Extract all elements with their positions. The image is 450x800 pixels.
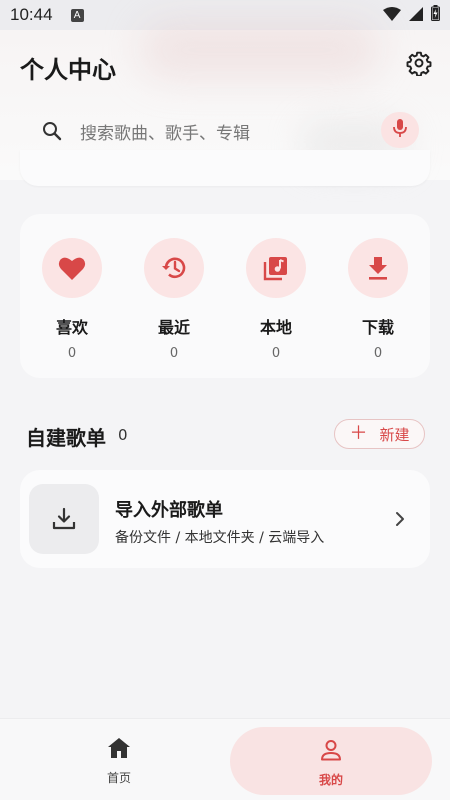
gear-icon — [406, 50, 432, 80]
header-card-edge — [20, 150, 430, 186]
quick-item-local[interactable]: 本地 0 — [246, 214, 306, 378]
chevron-right-icon — [390, 508, 410, 530]
nav-home-label: 首页 — [106, 771, 131, 785]
wifi-icon — [383, 6, 401, 25]
quick-item-download[interactable]: 下载 0 — [348, 214, 408, 378]
quick-item-liked[interactable]: 喜欢 0 — [42, 214, 102, 378]
quick-count: 0 — [373, 346, 383, 361]
import-playlist-card[interactable]: 导入外部歌单 备份文件 / 本地文件夹 / 云端导入 — [20, 470, 430, 568]
bottom-nav: 首页 我的 — [0, 718, 450, 800]
heart-icon — [42, 238, 102, 298]
playlist-count: 0 — [118, 426, 128, 444]
status-time: 10:44 — [10, 5, 53, 24]
search-bar[interactable]: 搜索歌曲、歌手、专辑 — [40, 110, 425, 152]
voice-search-button[interactable] — [381, 112, 419, 148]
search-placeholder: 搜索歌曲、歌手、专辑 — [80, 123, 250, 144]
page-title: 个人中心 — [20, 56, 116, 84]
import-title: 导入外部歌单 — [115, 500, 223, 521]
notification-badge: A — [70, 8, 84, 22]
signal-icon — [409, 6, 423, 25]
new-playlist-button[interactable]: ＋ 新建 — [334, 419, 425, 449]
import-subtitle: 备份文件 / 本地文件夹 / 云端导入 — [115, 530, 325, 546]
quick-count: 0 — [169, 346, 179, 361]
download-icon — [348, 238, 408, 298]
home-icon — [107, 737, 131, 763]
search-icon — [40, 119, 64, 143]
battery-icon — [431, 5, 440, 25]
quick-label: 喜欢 — [55, 318, 88, 337]
new-playlist-label: 新建 — [379, 425, 410, 444]
settings-button[interactable] — [404, 50, 434, 80]
nav-mine-label: 我的 — [318, 773, 343, 787]
quick-access-card: 喜欢 0 最近 0 本地 0 下载 0 — [20, 214, 430, 378]
quick-label: 下载 — [361, 318, 394, 337]
quick-count: 0 — [271, 346, 281, 361]
nav-tab-mine[interactable]: 我的 — [230, 727, 432, 795]
quick-label: 最近 — [157, 318, 190, 337]
nav-tab-home[interactable]: 首页 — [70, 737, 168, 787]
person-icon — [320, 739, 342, 765]
playlist-section-title: 自建歌单 — [26, 426, 106, 450]
music-library-icon — [246, 238, 306, 298]
quick-count: 0 — [67, 346, 77, 361]
status-icons — [383, 5, 440, 25]
import-download-icon — [29, 484, 99, 554]
microphone-icon — [392, 118, 408, 142]
plus-icon: ＋ — [349, 423, 368, 444]
quick-item-recent[interactable]: 最近 0 — [144, 214, 204, 378]
quick-label: 本地 — [259, 318, 292, 337]
history-icon — [144, 238, 204, 298]
